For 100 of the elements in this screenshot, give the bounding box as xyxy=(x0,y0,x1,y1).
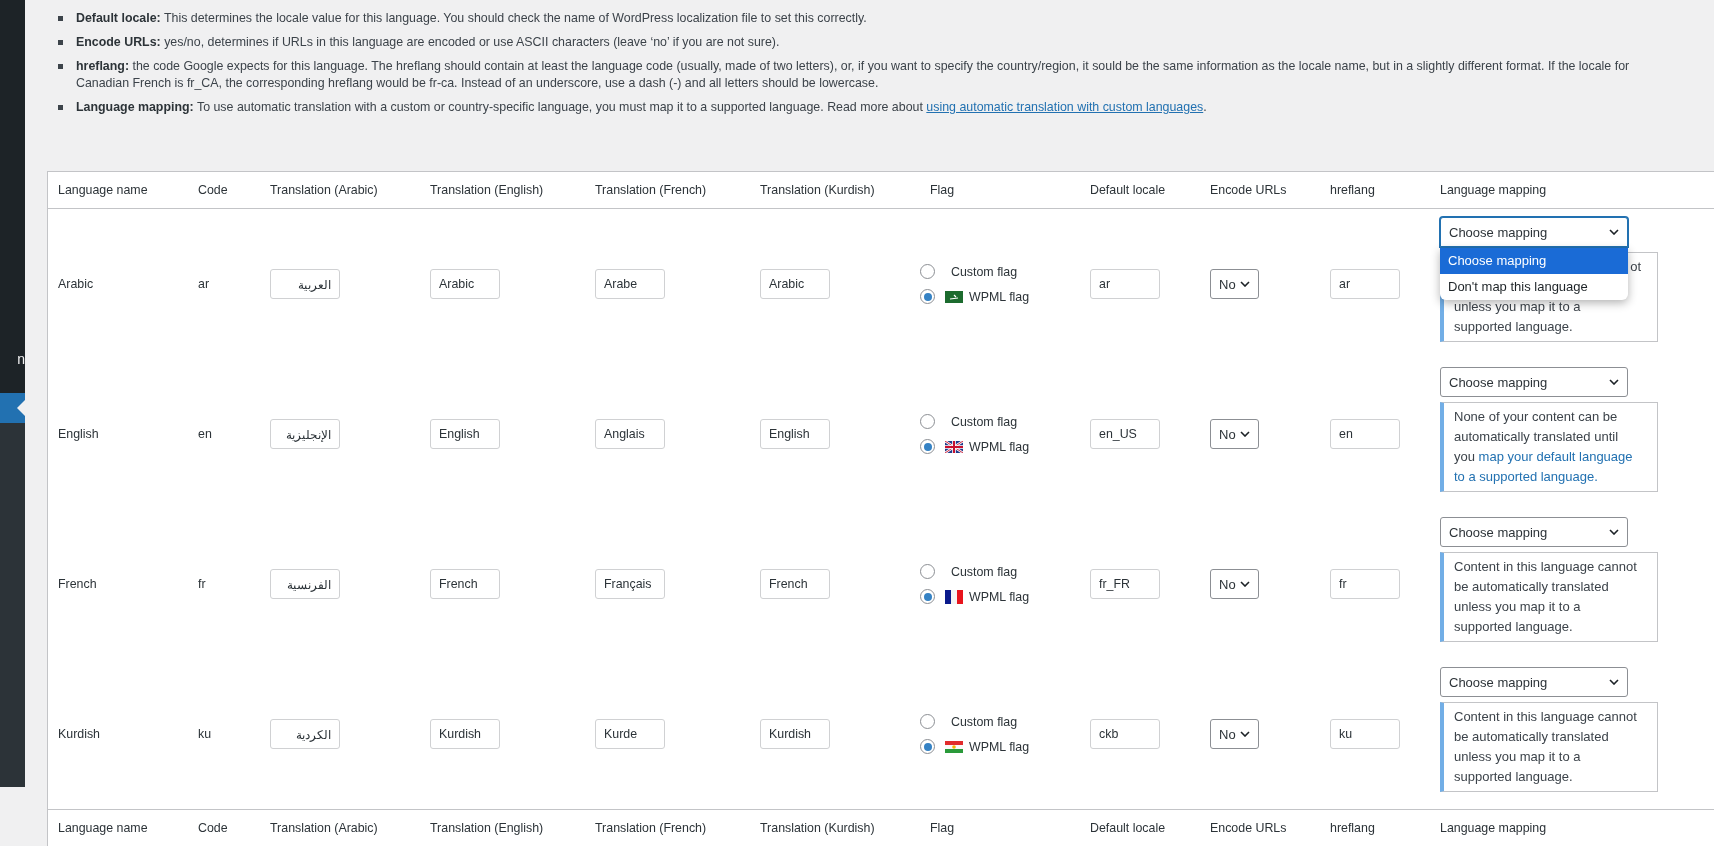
flag-icon xyxy=(945,740,963,753)
column-header: Translation (English) xyxy=(420,809,585,846)
text-field[interactable]: Arabic xyxy=(430,269,500,299)
text-field[interactable]: Kurdish xyxy=(430,719,500,749)
encode-urls-select[interactable]: No xyxy=(1210,569,1259,599)
chevron-icon xyxy=(1240,281,1250,287)
text-field[interactable]: English xyxy=(760,419,830,449)
column-header: Code xyxy=(188,171,260,209)
table-cell: Kurdish xyxy=(47,659,188,810)
sidebar-item[interactable] xyxy=(0,393,25,423)
table-cell: English xyxy=(47,359,188,509)
text-field[interactable]: Arabic xyxy=(760,269,830,299)
mapping-select[interactable]: Choose mapping xyxy=(1440,517,1628,547)
notice-link[interactable]: to a supported language. xyxy=(1454,469,1598,484)
column-header: Translation (French) xyxy=(585,171,750,209)
bullet-icon xyxy=(58,105,63,110)
flag-icon xyxy=(945,589,963,604)
radio-button[interactable] xyxy=(920,264,935,279)
column-header: Language name xyxy=(47,809,188,846)
chevron-icon xyxy=(1609,679,1619,685)
chevron-icon xyxy=(1609,379,1619,385)
locale-field[interactable]: en_US xyxy=(1090,419,1160,449)
radio-label: Custom flag xyxy=(951,714,1018,729)
text-field[interactable]: Kurdish xyxy=(760,719,830,749)
radio-button[interactable] xyxy=(920,414,935,429)
column-header: Encode URLs xyxy=(1200,809,1320,846)
radio-label: Custom flag xyxy=(951,264,1018,279)
bullet-icon xyxy=(58,40,63,45)
notice-text: Content in this language cannot be automatically translated unless you map it to a supported language. xyxy=(1454,558,1638,636)
radio-label: Custom flag xyxy=(951,414,1018,429)
text-field[interactable]: الفرنسية xyxy=(270,569,340,599)
text-field[interactable]: الكردية xyxy=(270,719,340,749)
table-cell: ar xyxy=(188,208,260,359)
notice-text: Content in this language cannot be automatically translated unless you map it to a supported language. xyxy=(1454,708,1638,786)
locale-field[interactable]: ar xyxy=(1090,269,1160,299)
radio-label: Custom flag xyxy=(951,564,1018,579)
encode-urls-select[interactable]: No xyxy=(1210,269,1259,299)
chevron-icon xyxy=(1240,731,1250,737)
notice-link[interactable]: map your default language xyxy=(1478,449,1633,464)
pointer-icon xyxy=(17,400,25,416)
text-field[interactable]: English xyxy=(430,419,500,449)
table-cell: fr xyxy=(188,509,260,659)
table-cell: French xyxy=(47,509,188,659)
dropdown-option[interactable]: Choose mapping xyxy=(1440,248,1628,274)
radio-label: WPML flag xyxy=(969,289,1030,304)
radio-label: WPML flag xyxy=(969,439,1030,454)
sidebar-item[interactable]: n xyxy=(0,0,25,393)
bullet-icon xyxy=(58,64,63,69)
column-header: Translation (Kurdish) xyxy=(750,171,920,209)
mapping-select[interactable]: Choose mapping xyxy=(1440,217,1628,247)
radio-button[interactable] xyxy=(920,439,935,454)
mapping-select[interactable]: Choose mapping xyxy=(1440,667,1628,697)
column-header: Flag xyxy=(920,809,1080,846)
description-text: Language mapping: To use automatic translation with a custom or country-specific language, you must map it to a supported language. Read more about using automatic translation with custom languages. xyxy=(76,99,1208,116)
column-header: Translation (Arabic) xyxy=(260,171,420,209)
hreflang-field[interactable]: ar xyxy=(1330,269,1400,299)
column-header: Translation (French) xyxy=(585,809,750,846)
text-field[interactable]: French xyxy=(430,569,500,599)
text-field[interactable]: French xyxy=(760,569,830,599)
radio-button[interactable] xyxy=(920,589,935,604)
encode-urls-select[interactable]: No xyxy=(1210,419,1259,449)
column-header: Translation (Kurdish) xyxy=(750,809,920,846)
chevron-icon xyxy=(1240,431,1250,437)
locale-field[interactable]: ckb xyxy=(1090,719,1160,749)
encode-urls-select[interactable]: No xyxy=(1210,719,1259,749)
radio-button[interactable] xyxy=(920,289,935,304)
column-header: Translation (English) xyxy=(420,171,585,209)
radio-button[interactable] xyxy=(920,739,935,754)
column-header: Language name xyxy=(47,171,188,209)
locale-field[interactable]: fr_FR xyxy=(1090,569,1160,599)
column-header: hreflang xyxy=(1320,809,1430,846)
description-text: Encode URLs: yes/no, determines if URLs in this language are encoded or use ASCII characters (leave ‘no’ if you are not sure). xyxy=(76,34,781,51)
text-field[interactable]: الإنجليزية xyxy=(270,419,340,449)
hreflang-field[interactable]: fr xyxy=(1330,569,1400,599)
table-cell: Arabic xyxy=(47,208,188,359)
description-text: Default locale: This determines the locale value for this language. You should check the name of WordPress localization file to set this correctly. xyxy=(76,10,868,27)
column-header: hreflang xyxy=(1320,171,1430,209)
hreflang-field[interactable]: en xyxy=(1330,419,1400,449)
column-header: Language mapping xyxy=(1430,171,1670,209)
radio-button[interactable] xyxy=(920,564,935,579)
radio-label: WPML flag xyxy=(969,739,1030,754)
bullet-icon xyxy=(58,16,63,21)
column-header: Default locale xyxy=(1080,171,1200,209)
dropdown-option[interactable]: Don't map this language xyxy=(1440,274,1628,300)
mapping-select[interactable]: Choose mapping xyxy=(1440,367,1628,397)
chevron-icon xyxy=(1240,581,1250,587)
text-field[interactable]: العربية xyxy=(270,269,340,299)
description-text: hreflang: the code Google expects for this language. The hreflang should contain at least the language code (usually, made of two letters), or, if you want to specify the country/region, it sould be the same information as the locale name, but in a slightly different format. If the locale for Canadian French is fr_CA, the corresponding hreflang would be fr-ca. Instead of an underscore, use a dash (-) and all letters should be lowercase. xyxy=(76,58,1631,92)
text-field[interactable]: Anglais xyxy=(595,419,665,449)
notice-text: ot xyxy=(1630,258,1641,276)
text-field[interactable]: Arabe xyxy=(595,269,665,299)
hreflang-field[interactable]: ku xyxy=(1330,719,1400,749)
column-header: Code xyxy=(188,809,260,846)
text-field[interactable]: Kurde xyxy=(595,719,665,749)
text-field[interactable]: Français xyxy=(595,569,665,599)
radio-button[interactable] xyxy=(920,714,935,729)
flag-icon xyxy=(945,290,963,303)
column-header: Default locale xyxy=(1080,809,1200,846)
column-header: Language mapping xyxy=(1430,809,1670,846)
column-header: Encode URLs xyxy=(1200,171,1320,209)
